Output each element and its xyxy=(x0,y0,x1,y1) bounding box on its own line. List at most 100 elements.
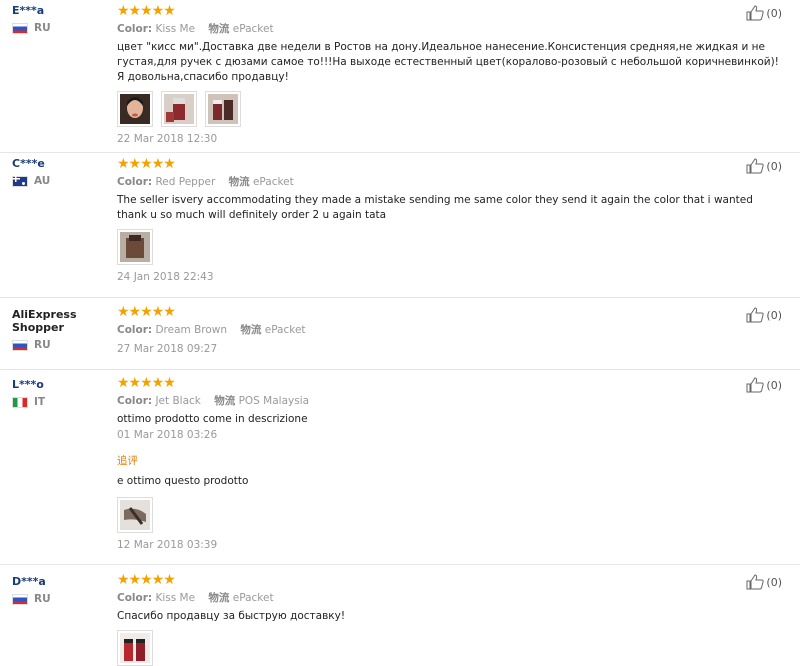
helpful-button[interactable]: (0) xyxy=(746,377,782,393)
review-item: AliExpress Shopper RU ★★★★★ Color: Dream… xyxy=(0,298,800,370)
review-meta: Color: Kiss Me 物流 ePacket xyxy=(117,591,784,605)
reviewer-country: RU xyxy=(12,22,102,34)
shipping-label: 物流 xyxy=(208,592,230,604)
face-photo-icon xyxy=(120,94,150,124)
shipping-value: POS Malaysia xyxy=(238,395,310,407)
reviewer-info: AliExpress Shopper RU xyxy=(12,302,102,351)
reviewer-country: RU xyxy=(12,593,102,605)
thumbs-up-icon xyxy=(746,158,765,174)
additional-review-date: 12 Mar 2018 03:39 xyxy=(117,539,218,551)
review-text: ottimo prodotto come in descrizione xyxy=(117,413,308,425)
color-label: Color: xyxy=(117,324,153,336)
product-photo-icon xyxy=(164,94,194,124)
review-meta: Color: Kiss Me 物流 ePacket xyxy=(117,22,784,36)
thumbs-up-icon xyxy=(746,307,765,323)
review-photos xyxy=(117,630,784,666)
reviewer-info: L***o IT xyxy=(12,374,102,408)
shipping-label: 物流 xyxy=(240,324,262,336)
review-item: L***o IT ★★★★★ Color: Jet Black 物流 POS M… xyxy=(0,370,800,565)
reviewer-name[interactable]: L***o xyxy=(12,378,102,391)
shipping-value: ePacket xyxy=(252,176,294,188)
review-content: ★★★★★ Color: Kiss Me 物流 ePacket цвет "ки… xyxy=(117,4,784,145)
helpful-button[interactable]: (0) xyxy=(746,574,782,590)
product-photo-icon xyxy=(208,94,238,124)
review-date: 22 Mar 2018 12:30 xyxy=(117,133,218,145)
additional-review-label: 追评 xyxy=(117,455,138,467)
reviewer-info: E***a RU xyxy=(12,4,102,34)
review-photo[interactable] xyxy=(117,229,153,265)
thumbs-up-icon xyxy=(746,5,765,21)
thumbs-up-icon xyxy=(746,574,765,590)
color-label: Color: xyxy=(117,176,153,188)
helpful-count: (0) xyxy=(766,159,782,173)
star-rating: ★★★★★ xyxy=(117,572,176,588)
product-photo-icon xyxy=(120,232,150,262)
review-date: 27 Mar 2018 09:27 xyxy=(117,343,218,355)
review-list: E***a RU ★★★★★ Color: Kiss Me 物流 ePacket… xyxy=(0,0,800,666)
shipping-value: ePacket xyxy=(232,592,274,604)
helpful-button[interactable]: (0) xyxy=(746,307,782,323)
star-rating: ★★★★★ xyxy=(117,304,176,320)
flag-it-icon xyxy=(12,396,28,408)
helpful-count: (0) xyxy=(766,308,782,322)
shipping-label: 物流 xyxy=(214,395,236,407)
country-code: RU xyxy=(34,339,51,351)
review-content: ★★★★★ Color: Red Pepper 物流 ePacket The s… xyxy=(117,157,784,283)
reviewer-info: C***e AU xyxy=(12,157,102,187)
review-photo[interactable] xyxy=(205,91,241,127)
review-content: ★★★★★ Color: Jet Black 物流 POS Malaysia o… xyxy=(117,376,784,551)
reviewer-name[interactable]: AliExpress Shopper xyxy=(12,308,102,334)
color-label: Color: xyxy=(117,23,153,35)
helpful-count: (0) xyxy=(766,6,782,20)
star-rating: ★★★★★ xyxy=(117,3,176,19)
color-label: Color: xyxy=(117,592,153,604)
reviewer-country: IT xyxy=(12,396,102,408)
reviewer-name[interactable]: E***a xyxy=(12,4,102,17)
country-code: RU xyxy=(34,22,51,34)
star-rating: ★★★★★ xyxy=(117,375,176,391)
review-item: E***a RU ★★★★★ Color: Kiss Me 物流 ePacket… xyxy=(0,0,800,153)
star-rating: ★★★★★ xyxy=(117,156,176,172)
review-date: 01 Mar 2018 03:26 xyxy=(117,429,218,441)
product-photo-icon xyxy=(120,500,150,530)
helpful-count: (0) xyxy=(766,378,782,392)
helpful-button[interactable]: (0) xyxy=(746,158,782,174)
helpful-count: (0) xyxy=(766,575,782,589)
thumbs-up-icon xyxy=(746,377,765,393)
review-meta: Color: Red Pepper 物流 ePacket xyxy=(117,175,784,189)
color-label: Color: xyxy=(117,395,153,407)
reviewer-name[interactable]: D***a xyxy=(12,575,102,588)
reviewer-info: D***a RU xyxy=(12,569,102,605)
flag-ru-icon xyxy=(12,22,28,34)
color-value: Jet Black xyxy=(155,395,201,407)
review-item: C***e AU ★★★★★ Color: Red Pepper 物流 ePac… xyxy=(0,153,800,298)
reviewer-name[interactable]: C***e xyxy=(12,157,102,170)
review-photos xyxy=(117,91,784,127)
flag-au-icon xyxy=(12,175,28,187)
review-meta: Color: Jet Black 物流 POS Malaysia xyxy=(117,394,784,408)
review-text: The seller isvery accommodating they mad… xyxy=(117,194,753,221)
helpful-button[interactable]: (0) xyxy=(746,5,782,21)
review-photo[interactable] xyxy=(117,497,153,533)
country-code: RU xyxy=(34,593,51,605)
review-photo[interactable] xyxy=(117,91,153,127)
reviewer-country: AU xyxy=(12,175,102,187)
shipping-value: ePacket xyxy=(264,324,306,336)
reviewer-country: RU xyxy=(12,339,102,351)
flag-ru-icon xyxy=(12,339,28,351)
review-text: цвет "кисс ми".Доставка две недели в Рос… xyxy=(117,41,779,83)
flag-ru-icon xyxy=(12,593,28,605)
additional-review-text: e ottimo questo prodotto xyxy=(117,475,249,487)
review-photo[interactable] xyxy=(117,630,153,666)
color-value: Red Pepper xyxy=(155,176,216,188)
review-date: 24 Jan 2018 22:43 xyxy=(117,271,214,283)
review-item: D***a RU ★★★★★ Color: Kiss Me 物流 ePacket… xyxy=(0,565,800,666)
shipping-label: 物流 xyxy=(228,176,250,188)
review-photos xyxy=(117,229,784,265)
review-content: ★★★★★ Color: Kiss Me 物流 ePacket Спасибо … xyxy=(117,573,784,666)
review-photo[interactable] xyxy=(161,91,197,127)
shipping-value: ePacket xyxy=(232,23,274,35)
color-value: Dream Brown xyxy=(155,324,228,336)
review-text: Спасибо продавцу за быструю доставку! xyxy=(117,610,346,622)
country-code: IT xyxy=(34,396,46,408)
